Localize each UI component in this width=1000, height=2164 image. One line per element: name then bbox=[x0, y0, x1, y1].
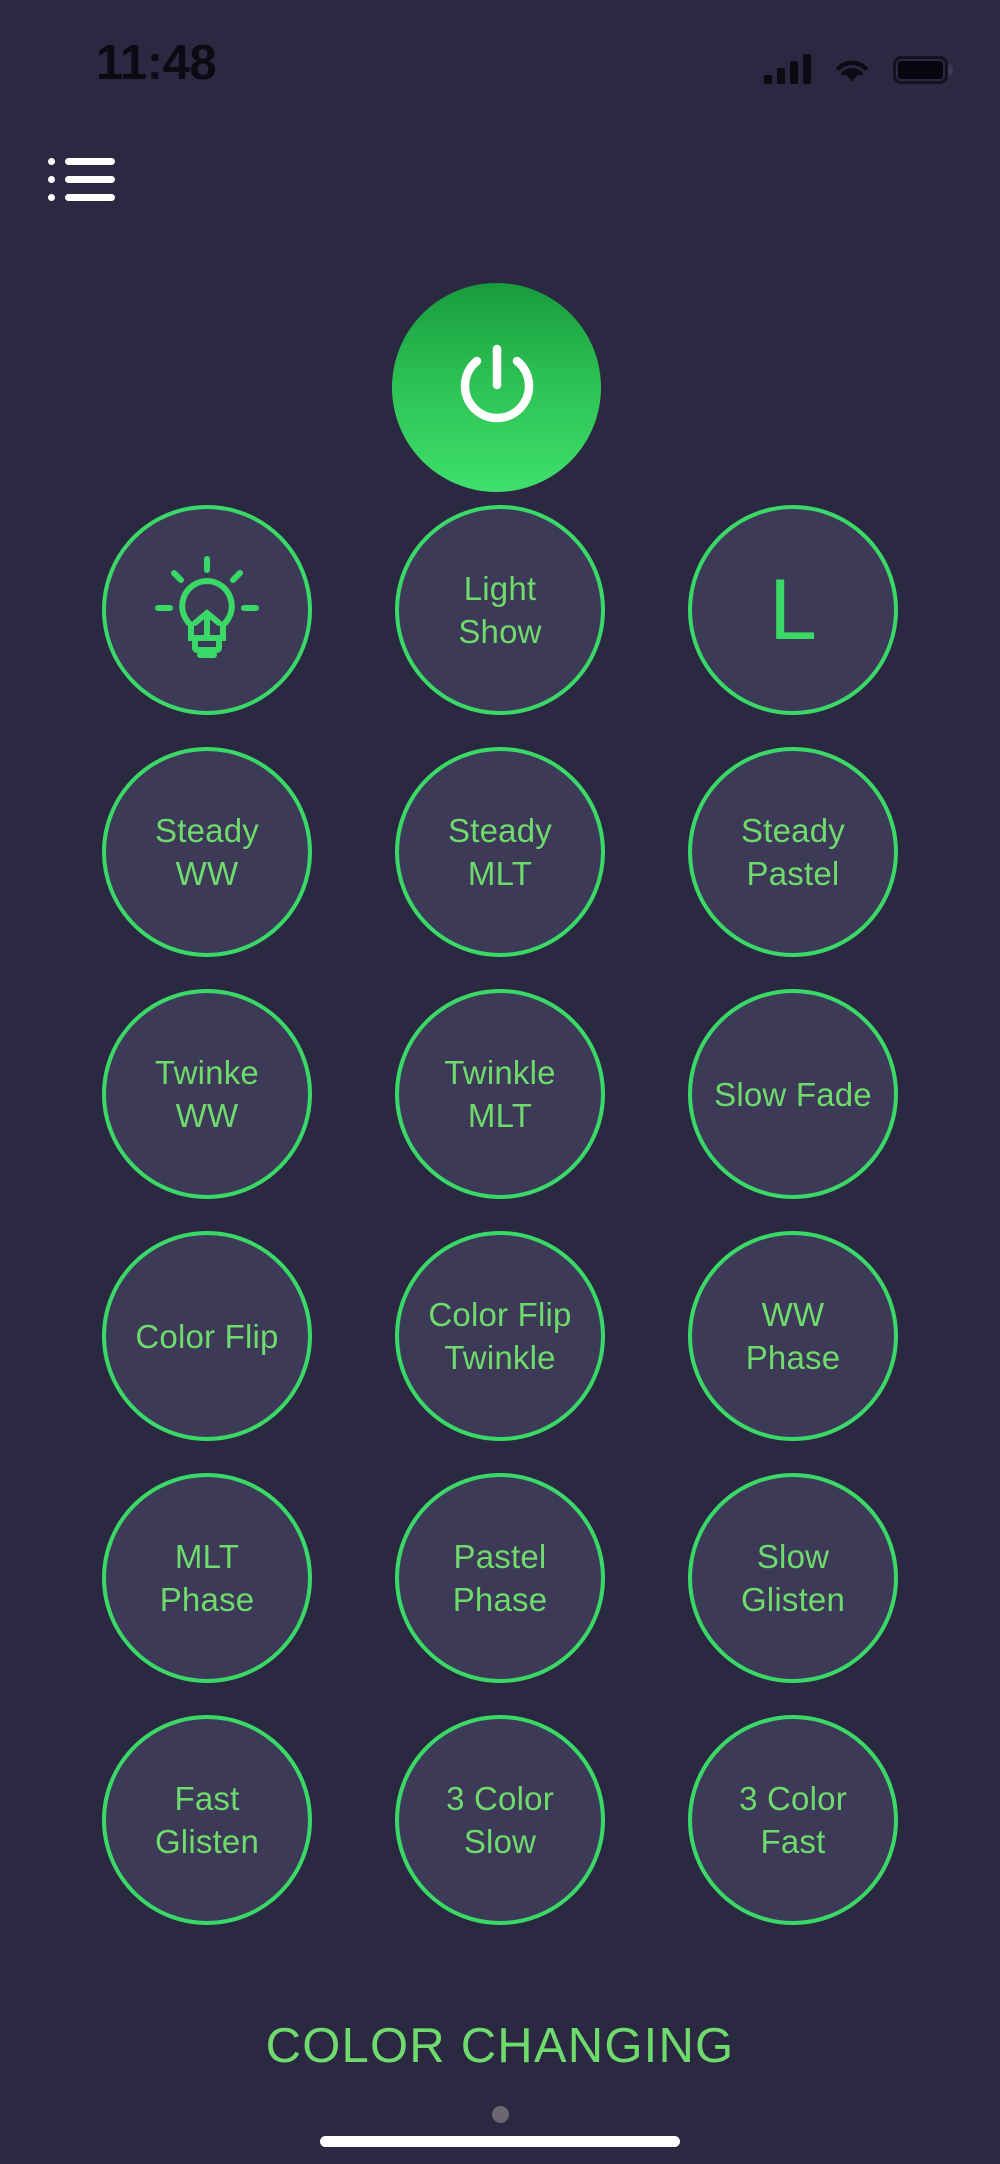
mode-label: Twinke WW bbox=[155, 1054, 259, 1134]
mode-button-twinkle-mlt[interactable]: Twinkle MLT bbox=[395, 989, 605, 1199]
list-menu-icon[interactable] bbox=[48, 158, 118, 220]
mode-label: WW Phase bbox=[745, 1296, 841, 1376]
mode-button-color-flip[interactable]: Color Flip bbox=[102, 1231, 312, 1441]
mode-row: Color Flip Color Flip Twinkle WW Phase bbox=[0, 1231, 1000, 1441]
mode-label: MLT Phase bbox=[159, 1538, 255, 1618]
mode-label: Steady MLT bbox=[448, 812, 552, 892]
mode-button-3-color-fast[interactable]: 3 Color Fast bbox=[688, 1715, 898, 1925]
mode-label: Color Flip Twinkle bbox=[428, 1296, 572, 1376]
mode-label: 3 Color Fast bbox=[739, 1780, 847, 1860]
page-indicator[interactable] bbox=[0, 2106, 1000, 2123]
mode-label: Color Flip bbox=[135, 1317, 279, 1355]
power-icon bbox=[447, 335, 547, 440]
mode-button-fast-glisten[interactable]: Fast Glisten bbox=[102, 1715, 312, 1925]
mode-row: MLT Phase Pastel Phase Slow Glisten bbox=[0, 1473, 1000, 1683]
mode-label: Steady WW bbox=[155, 812, 259, 892]
mode-button-mlt-phase[interactable]: MLT Phase bbox=[102, 1473, 312, 1683]
mode-label: Twinkle MLT bbox=[444, 1054, 556, 1134]
page-title: COLOR CHANGING bbox=[265, 2019, 735, 2073]
mode-button-slow-glisten[interactable]: Slow Glisten bbox=[688, 1473, 898, 1683]
mode-button-3-color-slow[interactable]: 3 Color Slow bbox=[395, 1715, 605, 1925]
mode-label: Steady Pastel bbox=[741, 812, 845, 892]
mode-label: 3 Color Slow bbox=[446, 1780, 554, 1860]
home-indicator[interactable] bbox=[320, 2136, 680, 2147]
mode-button-light-show[interactable]: Light Show bbox=[395, 505, 605, 715]
mode-label: Slow Glisten bbox=[740, 1538, 846, 1618]
mode-label: Slow Fade bbox=[714, 1075, 872, 1113]
mode-row: Steady WW Steady MLT Steady Pastel bbox=[0, 747, 1000, 957]
power-button[interactable] bbox=[392, 283, 601, 492]
wifi-icon bbox=[833, 56, 871, 84]
mode-button-twinkle-ww[interactable]: Twinke WW bbox=[102, 989, 312, 1199]
mode-button-ww-phase[interactable]: WW Phase bbox=[688, 1231, 898, 1441]
mode-button-l[interactable]: L bbox=[688, 505, 898, 715]
mode-button-bulb[interactable] bbox=[102, 505, 312, 715]
cellular-signal-icon bbox=[764, 54, 811, 84]
battery-full-icon bbox=[893, 56, 953, 84]
mode-row: Light Show L bbox=[0, 505, 1000, 715]
letter-l-glyph: L bbox=[769, 562, 817, 658]
mode-row: Fast Glisten 3 Color Slow 3 Color Fast bbox=[0, 1715, 1000, 1925]
mode-row: Twinke WW Twinkle MLT Slow Fade bbox=[0, 989, 1000, 1199]
mode-label: Pastel Phase bbox=[452, 1538, 548, 1618]
mode-label: Light Show bbox=[458, 570, 542, 650]
status-bar-clock: 11:48 bbox=[96, 36, 217, 90]
mode-button-slow-fade[interactable]: Slow Fade bbox=[688, 989, 898, 1199]
mode-button-steady-pastel[interactable]: Steady Pastel bbox=[688, 747, 898, 957]
mode-button-pastel-phase[interactable]: Pastel Phase bbox=[395, 1473, 605, 1683]
mode-button-steady-mlt[interactable]: Steady MLT bbox=[395, 747, 605, 957]
mode-label: Fast Glisten bbox=[154, 1780, 260, 1860]
mode-button-steady-ww[interactable]: Steady WW bbox=[102, 747, 312, 957]
mode-grid: Light Show L Steady WW Steady MLT Steady… bbox=[0, 505, 1000, 1957]
light-bulb-icon bbox=[148, 551, 266, 669]
mode-button-color-flip-twinkle[interactable]: Color Flip Twinkle bbox=[395, 1231, 605, 1441]
app-screen: 11:48 Light Show L Steady WW Steady MLT … bbox=[0, 0, 1000, 2164]
status-bar-icons bbox=[764, 44, 953, 84]
page-dot[interactable] bbox=[491, 2106, 509, 2123]
status-bar: 11:48 bbox=[0, 0, 1000, 110]
